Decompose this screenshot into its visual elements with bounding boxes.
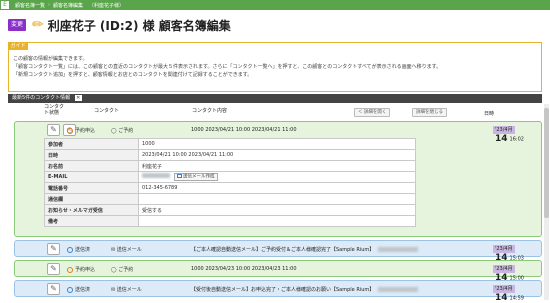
contact-kind: ✉ 送信メール [111,247,142,253]
edit-icon[interactable]: ✎ [47,283,60,295]
detail-row: 備考 [44,215,416,227]
mode-badge: 変更 [8,19,26,31]
pencil-icon: ✏ [32,17,44,33]
open-details-button[interactable]: ＜ 詳細を開く [354,108,391,117]
redacted-email [142,173,170,179]
status-dot-icon [67,286,73,293]
breadcrumb-item-customer-list[interactable]: 顧客名簿一覧 [12,2,48,9]
close-details-button[interactable]: 詳細を閉じる [412,108,447,117]
contact-kind: ◯ ご予約 [111,267,134,273]
contact-content: 【ご本人確認自動送信メール】ご予約受付＆ご本人様確認完了【Sample Rium… [191,246,419,253]
detail-row: E-MAIL 送信メール作成 [44,171,416,183]
guide-line: 「新規コンタクト追加」を押すと、顧客情報とお店とのコンタクトを関連付けて記録する… [13,72,253,78]
guide-text: この顧客の情報が編集できます。 「顧客コンタクト一覧」には、この顧客との直近のコ… [13,55,441,79]
contacts-panel-title: 最新5件のコンタクト情報 [12,95,71,101]
status-dot-icon [67,246,73,253]
redacted-text [378,287,419,292]
status-dot-icon [67,266,73,273]
guide-box: ガイド この顧客の情報が編集できます。 「顧客コンタクト一覧」には、この顧客との… [8,42,542,92]
edit-icon[interactable]: ✎ [47,243,60,255]
contact-date: '23/4月14 15:00 [493,265,524,283]
detail-row: 日時 2023/04/21 10:00 2023/04/21 11:00 [44,149,416,161]
detail-row: 通信欄 [44,193,416,205]
edit-icon[interactable]: ✎ [47,263,60,275]
mail-icon [176,173,182,178]
status-label: 送信済 [67,286,90,293]
scrollbar-thumb[interactable] [544,108,549,218]
detail-row: 参加者 1000 [44,138,416,150]
breadcrumb-item-customer-edit[interactable]: 顧客名簿編集 [50,2,86,9]
status-label: 予約申込 [67,266,95,273]
contact-row[interactable]: ✎ 予約申込 ◯ ご予約 1000 2023/04/23 10:00 2023/… [14,260,542,283]
column-header-contact: コンタクト [94,108,120,114]
detail-row: 電話番号 012-345-6789 [44,182,416,194]
contacts-panel-header: 最新5件のコンタクト情報 ✕ [8,94,542,103]
contact-row[interactable]: ✎ 送信済 ✉ 送信メール 【ご本人確認自動送信メール】ご予約受付＆ご本人様確認… [14,240,542,263]
column-header-content: コンタクト内容 [192,108,228,114]
contact-date: '23/4月14 15:03 [493,245,524,263]
contact-content: 【受付後自動送信メール】お申込完了・ご本人様確認のお願い【Sample Rium… [191,286,419,293]
compose-mail-button[interactable]: 送信メール作成 [173,172,218,182]
page-header: 変更 ✏ 利座花子 (ID:2) 様 顧客名簿編集 [8,14,231,36]
guide-line: 「顧客コンタクト一覧」には、この顧客との直近のコンタクトが最大５件表示されます。… [13,64,442,70]
home-icon[interactable]: E [1,1,9,9]
breadcrumb-item-customer-name: （利座花子様） [89,2,125,9]
page-title: 利座花子 (ID:2) 様 顧客名簿編集 [47,18,231,33]
contact-detail-table: 参加者 1000 日時 2023/04/21 10:00 2023/04/21 11… [44,138,416,227]
contact-row[interactable]: ✎ 送信済 ✉ 送信メール 【受付後自動送信メール】お申込完了・ご本人様確認のお… [14,280,542,303]
column-header-date: 日時 [484,111,495,117]
guide-tag: ガイド [8,42,28,50]
guide-line: この顧客の情報が編集できます。 [13,56,88,62]
status-label: 送信済 [67,246,90,253]
contact-kind: ✉ 送信メール [111,287,142,293]
contact-date: '23/4月14 14:59 [493,285,524,303]
redacted-text [378,247,419,252]
contact-content: 1000 2023/04/23 10:00 2023/04/23 11:00 [191,266,297,272]
status-dot-icon [67,127,73,134]
contact-kind: ◯ ご予約 [111,128,134,134]
column-header-status: コンタクト状態 [44,104,65,116]
contact-content: 1000 2023/04/21 10:00 2023/04/21 11:00 [191,127,297,133]
contact-date: '23/4月14 16:02 [493,126,524,144]
edit-icon[interactable]: ✎ [47,124,60,136]
collapse-icon[interactable]: ✕ [74,94,82,101]
detail-row: お知らせ・メルマガ受信 受信する [44,204,416,216]
detail-row: お名前 利座花子 [44,160,416,172]
status-label: 予約申込 [67,127,95,134]
breadcrumb: E 顧客名簿一覧 › 顧客名簿編集 （利座花子様） [0,0,550,10]
